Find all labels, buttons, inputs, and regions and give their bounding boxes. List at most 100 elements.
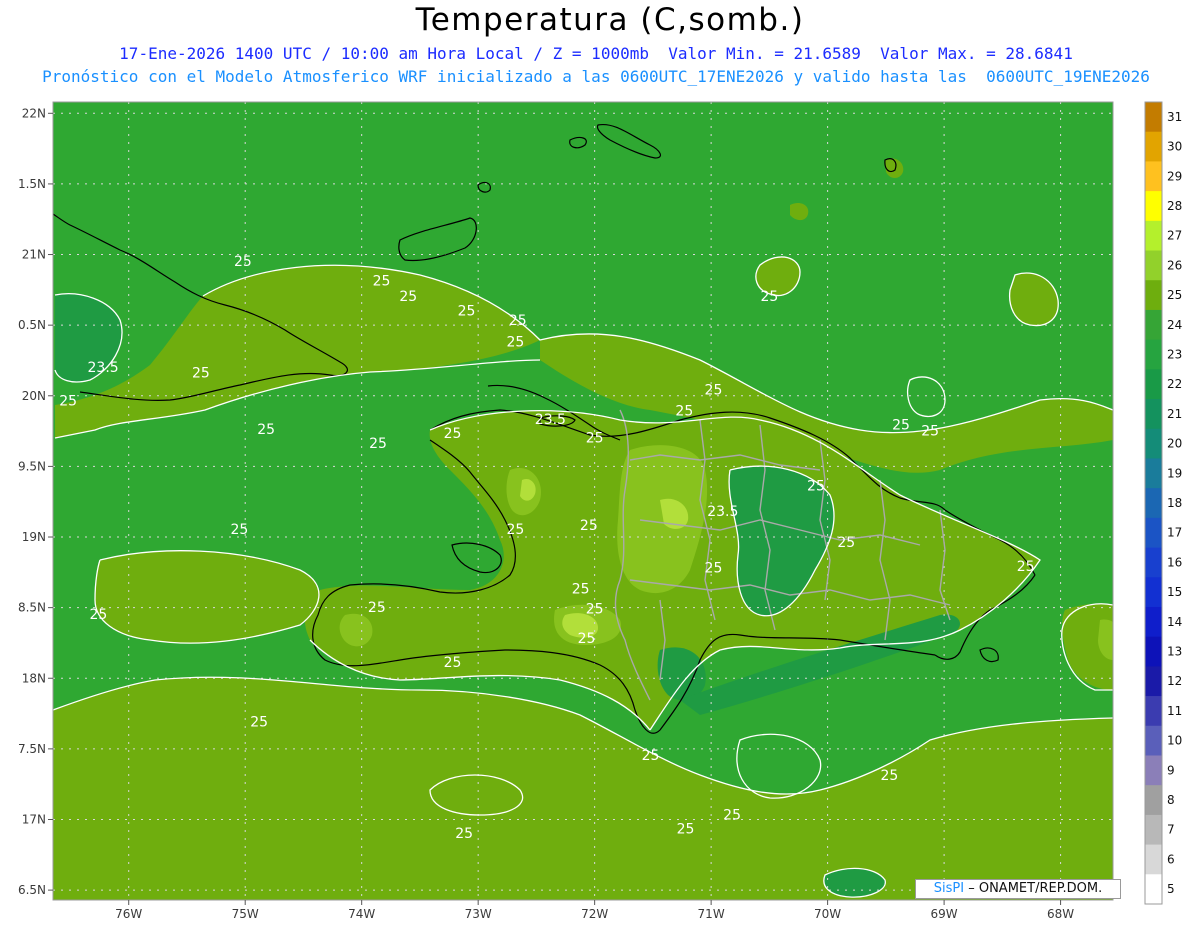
legend-label: 21 [1167, 407, 1182, 421]
map-area: 25 25 25 25 25 25 25 23.5 25 25 25 25 25 23.5 25 25 25 25… [36, 102, 1113, 900]
watermark-org: ONAMET/REP.DOM. [978, 881, 1103, 896]
lat-tick-label: 0.5N [18, 318, 46, 332]
sispi-brand: SisPI [933, 881, 965, 896]
lat-tick-label: 7.5N [18, 742, 46, 756]
legend-label: 27 [1167, 229, 1182, 243]
contour-label: 25 [705, 382, 723, 398]
contour-label: 25 [675, 404, 693, 420]
legend-label: 9 [1167, 763, 1175, 777]
legend-label: 19 [1167, 466, 1182, 480]
legend-swatch [1145, 191, 1162, 222]
contour-label: 25 [921, 423, 939, 439]
legend-label: 22 [1167, 377, 1182, 391]
lat-tick-label: 6.5N [18, 883, 46, 897]
contour-label: 25 [250, 714, 268, 730]
legend-swatch [1145, 220, 1162, 251]
legend-label: 6 [1167, 852, 1175, 866]
lat-tick-label: 22N [22, 106, 46, 120]
legend-label: 16 [1167, 555, 1182, 569]
contour-label: 25 [892, 418, 910, 434]
contour-label: 25 [257, 422, 275, 438]
legend-label: 18 [1167, 496, 1182, 510]
contour-label: 25 [444, 426, 462, 442]
legend-swatch [1145, 844, 1162, 875]
lon-tick-label: 75W [232, 907, 259, 921]
lon-tick-label: 73W [465, 907, 492, 921]
contour-label: 25 [586, 430, 604, 446]
legend-label: 28 [1167, 199, 1182, 213]
legend-label: 8 [1167, 793, 1175, 807]
contour-label: 25 [399, 289, 417, 305]
legend-label: 31 [1167, 110, 1182, 124]
legend-label: 25 [1167, 288, 1182, 302]
latitude-axis: 22N 1.5N 21N 0.5N 20N 9.5N 19N 8.5N 18N 7.5N 17N 6.… [18, 106, 53, 897]
contour-label: 25 [234, 254, 252, 270]
contour-label: 25 [705, 560, 723, 576]
legend-swatch [1145, 102, 1162, 133]
legend-label: 24 [1167, 318, 1182, 332]
lat-tick-label: 21N [22, 248, 46, 262]
legend-label: 20 [1167, 437, 1182, 451]
legend-swatch [1145, 428, 1162, 459]
legend-label: 12 [1167, 674, 1182, 688]
legend-swatch [1145, 814, 1162, 845]
contour-label: 25 [807, 478, 825, 494]
contour-label: 25 [580, 518, 598, 534]
contour-label: 25 [1017, 559, 1035, 575]
legend-swatch [1145, 696, 1162, 727]
contour-label: 25 [444, 655, 462, 671]
contour-label: 25 [880, 768, 898, 784]
temperature-map: 25 25 25 25 25 25 25 23.5 25 25 25 25 25 23.5 25 25 25 25… [18, 101, 1182, 921]
lat-tick-label: 1.5N [18, 177, 46, 191]
legend-swatch [1145, 725, 1162, 756]
legend-swatch [1145, 517, 1162, 548]
contour-label: 25 [837, 535, 855, 551]
contour-label: 25 [760, 289, 778, 305]
legend-label: 15 [1167, 585, 1182, 599]
lon-tick-label: 72W [581, 907, 608, 921]
color-legend: 31 30 29 28 27 26 25 24 23 22 21 20 19 18 17 16 15 14 13 12… [1144, 101, 1182, 905]
contour-label: 25 [507, 334, 525, 350]
legend-label: 26 [1167, 258, 1182, 272]
legend-swatch [1145, 547, 1162, 578]
contour-label: 25 [723, 807, 741, 823]
legend-label: 13 [1167, 645, 1182, 659]
lat-tick-label: 8.5N [18, 601, 46, 615]
contour-label: 25 [572, 582, 590, 598]
lon-tick-label: 71W [698, 907, 725, 921]
lon-tick-label: 70W [814, 907, 841, 921]
contour-label: 25 [455, 826, 473, 842]
contour-label: 25 [677, 822, 695, 838]
lon-tick-label: 69W [931, 907, 958, 921]
legend-swatch [1145, 309, 1162, 341]
jamaica-coast [36, 632, 39, 658]
legend-swatch [1145, 369, 1162, 400]
legend-swatch [1145, 577, 1162, 608]
legend-swatch [1145, 250, 1162, 281]
legend-swatch [1145, 785, 1162, 816]
legend-swatch [1145, 458, 1162, 489]
contour-label: 25 [586, 601, 604, 617]
lon-tick-label: 68W [1047, 907, 1074, 921]
contour-label: 23.5 [707, 504, 738, 520]
legend-swatch [1145, 606, 1162, 638]
longitude-axis: 76W 75W 74W 73W 72W 71W 70W 69W 68W [115, 900, 1074, 921]
legend-label: 10 [1167, 734, 1182, 748]
legend-swatch [1145, 488, 1162, 519]
legend-swatch [1145, 161, 1162, 192]
contour-label: 25 [192, 365, 210, 381]
legend-label: 7 [1167, 823, 1175, 837]
contour-label: 23.5 [88, 360, 119, 376]
lat-tick-label: 17N [22, 812, 46, 826]
lat-tick-label: 9.5N [18, 459, 46, 473]
contour-label: 25 [369, 436, 387, 452]
contour-label: 25 [458, 303, 476, 319]
lat-tick-label: 18N [22, 671, 46, 685]
contour-label: 25 [373, 274, 391, 290]
legend-label: 29 [1167, 169, 1182, 183]
contour-label: 25 [578, 631, 596, 647]
lat-tick-label: 20N [22, 389, 46, 403]
legend-label: 30 [1167, 140, 1182, 154]
lon-tick-label: 76W [115, 907, 142, 921]
legend-label: 14 [1167, 615, 1182, 629]
